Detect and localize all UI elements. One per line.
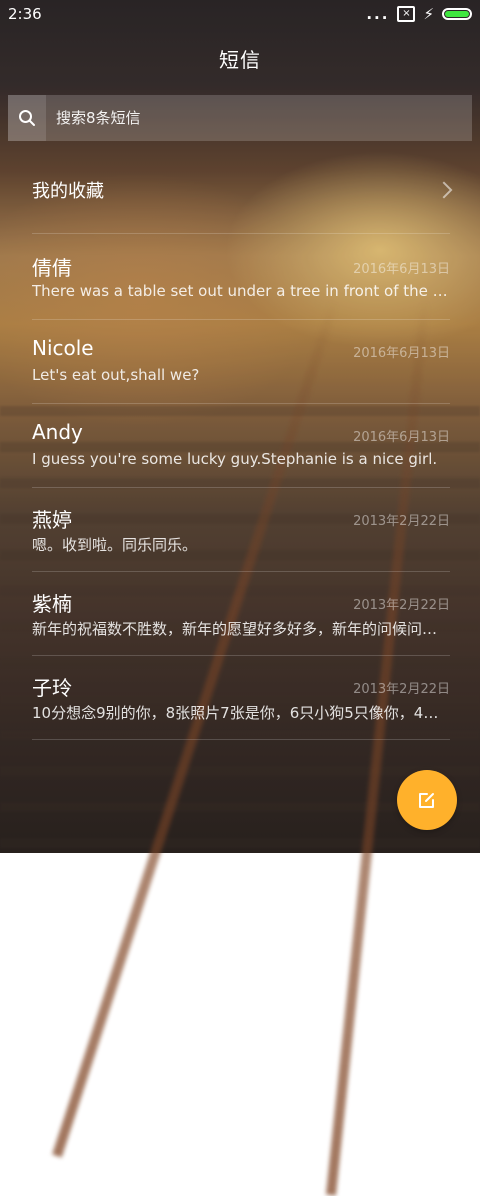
message-date: 2016年6月13日 [353,346,450,361]
status-time: 2:36 [8,5,42,23]
message-date: 2013年2月22日 [353,514,450,529]
search-icon[interactable] [8,95,46,141]
message-preview: 新年的祝福数不胜数，新年的愿望好多好多，新年的问候问个不停 [32,620,450,638]
message-item[interactable]: 燕婷 2013年2月22日 嗯。收到啦。同乐同乐。 [32,488,450,572]
message-item[interactable]: 紫楠 2013年2月22日 新年的祝福数不胜数，新年的愿望好多好多，新年的问候问… [32,572,450,656]
page-title: 短信 [219,48,261,72]
search-input[interactable] [46,95,472,141]
message-list: 倩倩 2016年6月13日 There was a table set out … [32,236,450,740]
message-preview: 10分想念9别的你，8张照片7张是你，6只小狗5只像你，4季思念 [32,704,450,722]
divider [32,233,450,234]
message-item[interactable]: Nicole 2016年6月13日 Let's eat out,shall we… [32,320,450,404]
message-preview: I guess you're some lucky guy.Stephanie … [32,450,438,468]
battery-icon [442,8,472,20]
message-preview: There was a table set out under a tree i… [32,282,450,300]
chevron-right-icon [435,181,453,199]
compose-icon [419,793,434,808]
message-preview: Let's eat out,shall we? [32,366,200,384]
battery-fill [445,11,469,17]
search-icon-glyph [19,110,35,126]
contact-name: 子玲 [32,676,72,700]
favorites-row[interactable]: 我的收藏 [32,160,453,220]
favorites-label: 我的收藏 [32,181,104,202]
compose-button[interactable] [397,770,457,830]
status-bar: 2:36 ... × ⚡ [0,0,480,28]
message-date: 2016年6月13日 [353,430,450,445]
message-item[interactable]: Andy 2016年6月13日 I guess you're some luck… [32,404,450,488]
message-preview: 嗯。收到啦。同乐同乐。 [32,536,198,554]
more-dots-icon: ... [366,5,390,23]
lightning-icon: ⚡ [423,5,434,23]
message-date: 2013年2月22日 [353,598,450,613]
sim-icon: × [397,6,416,22]
contact-name: 倩倩 [32,256,72,280]
search-bar[interactable] [8,95,472,141]
message-date: 2016年6月13日 [353,262,450,277]
contact-name: 紫楠 [32,592,72,616]
message-item[interactable]: 倩倩 2016年6月13日 There was a table set out … [32,236,450,320]
status-icons: ... × ⚡ [366,5,472,23]
contact-name: Andy [32,420,83,444]
contact-name: 燕婷 [32,508,72,532]
message-item[interactable]: 子玲 2013年2月22日 10分想念9别的你，8张照片7张是你，6只小狗5只像… [32,656,450,740]
contact-name: Nicole [32,336,94,360]
message-date: 2013年2月22日 [353,682,450,697]
